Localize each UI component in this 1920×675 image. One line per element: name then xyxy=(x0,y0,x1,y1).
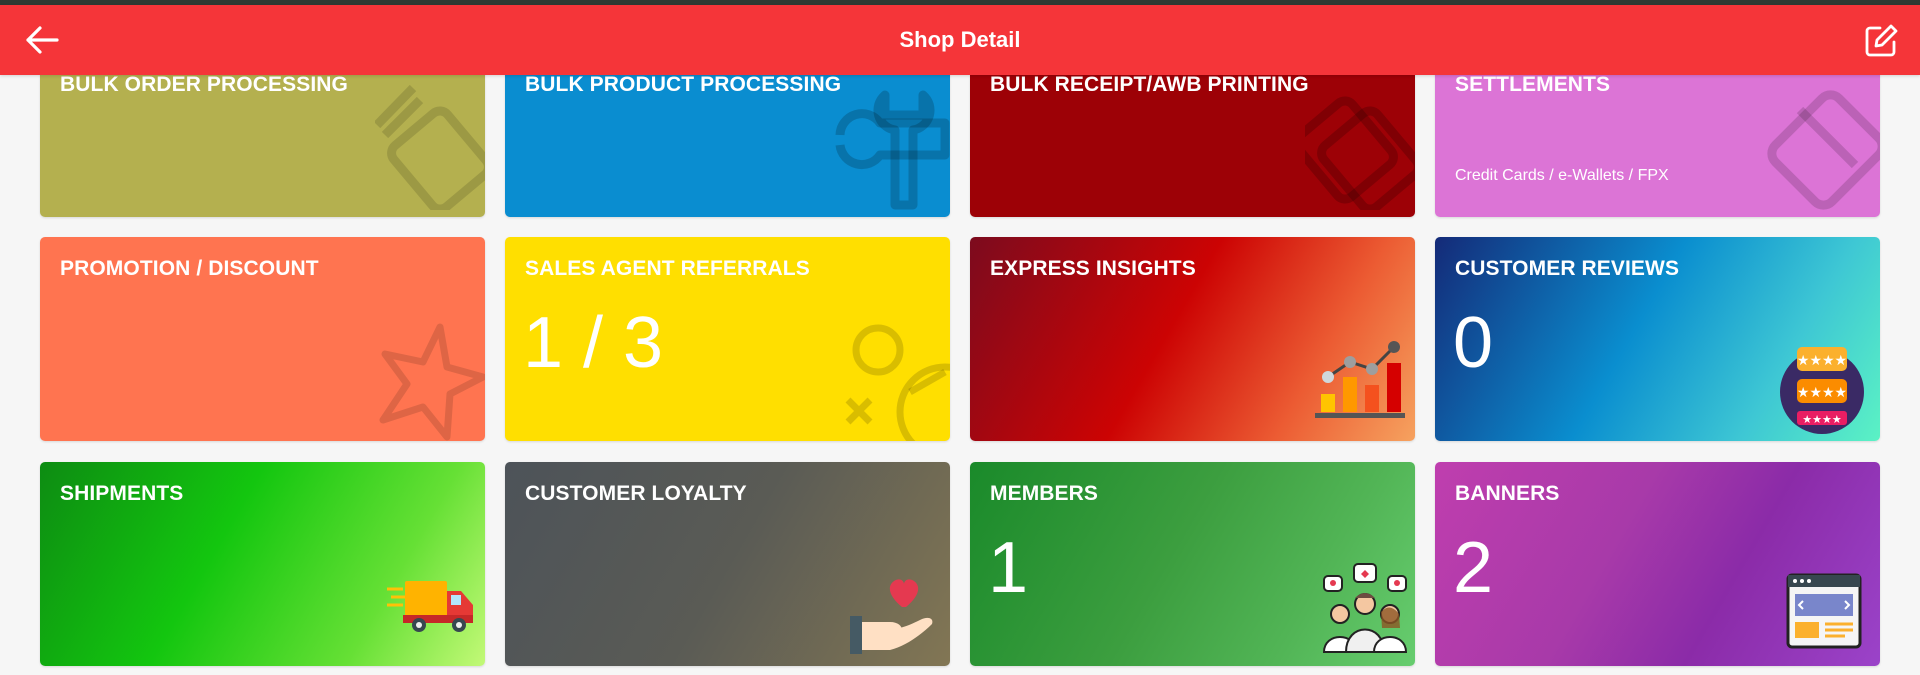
heart-hand-icon xyxy=(850,579,933,654)
card-outline-icon xyxy=(1767,90,1880,210)
tile-label: BULK RECEIPT/AWB PRINTING xyxy=(990,73,1309,96)
tile-banners[interactable]: BANNERS 2 xyxy=(1435,462,1880,666)
tile-express-insights[interactable]: EXPRESS INSIGHTS xyxy=(970,237,1415,441)
tile-label: SALES AGENT REFERRALS xyxy=(525,257,810,280)
tile-settlements[interactable]: SETTLEMENTS Credit Cards / e-Wallets / F… xyxy=(1435,55,1880,217)
tools-icon xyxy=(835,90,950,210)
shapes-icon xyxy=(845,324,950,441)
tile-label: SHIPMENTS xyxy=(60,482,184,505)
tile-bulk-product-processing[interactable]: BULK PRODUCT PROCESSING xyxy=(505,55,950,217)
svg-text:★★★★: ★★★★ xyxy=(1802,413,1842,426)
tile-promotion-discount[interactable]: PROMOTION / DISCOUNT xyxy=(40,237,485,441)
edit-square-icon[interactable] xyxy=(1864,24,1898,58)
tile-label: SETTLEMENTS xyxy=(1455,73,1611,96)
tile-label: CUSTOMER REVIEWS xyxy=(1455,257,1680,280)
tile-label: PROMOTION / DISCOUNT xyxy=(60,257,319,280)
tile-label: BULK ORDER PROCESSING xyxy=(60,73,348,96)
svg-text:★★★★: ★★★★ xyxy=(1797,385,1847,401)
banners-count: 2 xyxy=(1453,528,1494,608)
tile-customer-loyalty[interactable]: CUSTOMER LOYALTY xyxy=(505,462,950,666)
tile-shipments[interactable]: SHIPMENTS xyxy=(40,462,485,666)
cards-outline-icon xyxy=(1305,96,1415,210)
tile-label: EXPRESS INSIGHTS xyxy=(990,257,1196,280)
tile-subtitle: Credit Cards / e-Wallets / FPX xyxy=(1455,167,1669,184)
page-title: Shop Detail xyxy=(899,27,1021,52)
referral-count: 1 / 3 xyxy=(523,303,664,383)
tile-customer-reviews[interactable]: CUSTOMER REVIEWS 0 ★★★★ ★★★★ ★★★★ xyxy=(1435,237,1880,441)
reviews-count: 0 xyxy=(1453,303,1494,383)
browser-banner-icon xyxy=(1786,573,1862,649)
members-count: 1 xyxy=(988,528,1029,608)
tile-label: BANNERS xyxy=(1455,482,1560,505)
app-header: Shop Detail xyxy=(0,5,1920,75)
star-outline-icon xyxy=(379,323,485,441)
tile-members[interactable]: MEMBERS 1 xyxy=(970,462,1415,666)
bar-chart-icon xyxy=(1315,341,1405,418)
tile-bulk-order-processing[interactable]: BULK ORDER PROCESSING xyxy=(40,55,485,217)
svg-text:★★★★: ★★★★ xyxy=(1797,353,1847,369)
cards-outline-icon xyxy=(375,84,485,210)
tile-label: BULK PRODUCT PROCESSING xyxy=(525,73,842,96)
tile-label: MEMBERS xyxy=(990,482,1099,505)
members-group-icon xyxy=(1322,563,1408,653)
delivery-truck-icon xyxy=(387,581,473,632)
tile-sales-agent-referrals[interactable]: SALES AGENT REFERRALS 1 / 3 xyxy=(505,237,950,441)
tile-label: CUSTOMER LOYALTY xyxy=(525,482,747,505)
tile-bulk-receipt-printing[interactable]: BULK RECEIPT/AWB PRINTING xyxy=(970,55,1415,217)
reviews-icon: ★★★★ ★★★★ ★★★★ xyxy=(1780,347,1864,434)
